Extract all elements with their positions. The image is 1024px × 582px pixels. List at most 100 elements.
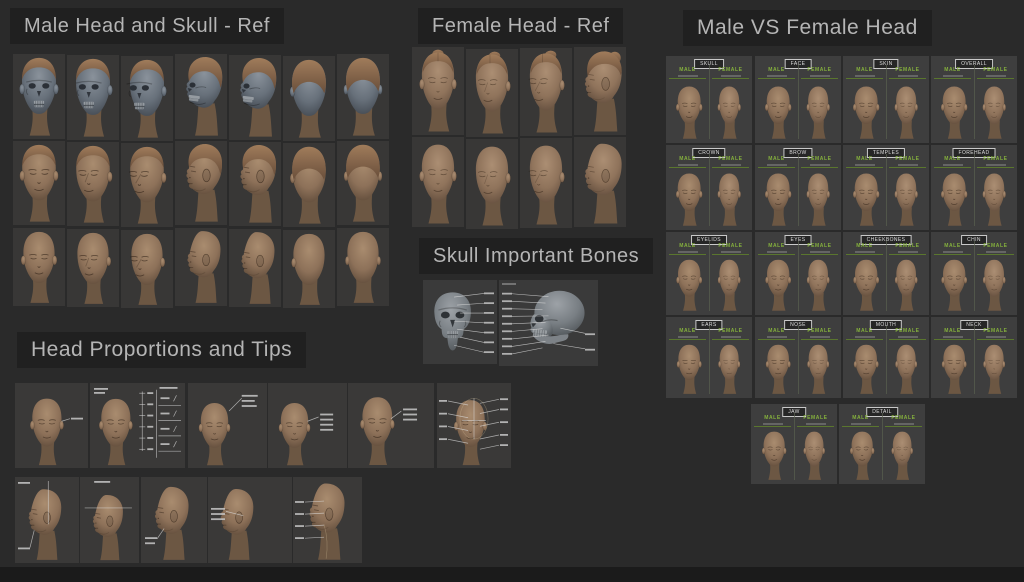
head-image (67, 229, 119, 307)
skull-head-image (13, 54, 65, 139)
female-underline (977, 78, 1015, 79)
female-label: FEMALE (886, 156, 929, 166)
male-underline (669, 78, 707, 79)
male-underline (846, 78, 884, 79)
comparison-panel: FOREHEADMALEFEMALE (931, 145, 1017, 230)
proportions-panel (15, 383, 88, 468)
head-image (337, 228, 389, 306)
male-head-thumb (672, 342, 706, 396)
female-head-thumb (712, 170, 746, 228)
female-head-thumb (889, 342, 923, 396)
male-head-tile (121, 143, 173, 227)
male-underline (934, 78, 972, 79)
comparison-panel: EARSMALEFEMALE (666, 317, 752, 398)
head-image (849, 170, 883, 228)
female-head-tile (412, 47, 464, 135)
head-image (712, 170, 746, 228)
head-proportions-title: Head Proportions and Tips (17, 332, 306, 368)
annotation-overlay (15, 383, 88, 468)
female-sublabel (898, 336, 918, 338)
male-head-thumb (849, 170, 883, 228)
female-sublabel (721, 164, 741, 166)
head-image (67, 142, 119, 226)
male-underline (758, 78, 796, 79)
male-underline (846, 254, 884, 255)
male-sublabel (943, 164, 963, 166)
skull-head-image (283, 56, 335, 141)
male-sublabel (678, 251, 698, 253)
male-label: MALE (666, 243, 709, 253)
head-image (761, 170, 795, 228)
panel-divider (709, 154, 710, 226)
male-underline (846, 167, 884, 168)
head-image (712, 257, 746, 313)
male-label: MALE (755, 156, 798, 166)
female-head-thumb (797, 429, 831, 482)
female-label: FEMALE (798, 156, 841, 166)
proportions-panel (15, 477, 79, 563)
male-head-tile (229, 142, 281, 226)
comparison-panel: JAWMALEFEMALE (751, 404, 837, 484)
female-head-title-text: Female Head - Ref (432, 15, 609, 37)
male-underline (934, 167, 972, 168)
comparison-panel: CHINMALEFEMALE (931, 232, 1017, 315)
skull-bones-title-text: Skull Important Bones (433, 245, 639, 267)
proportions-panel (268, 383, 347, 468)
male-sublabel (943, 336, 963, 338)
female-underline (889, 254, 927, 255)
female-sublabel (898, 251, 918, 253)
comparison-panel: TEMPLESMALEFEMALE (843, 145, 929, 230)
head-image (937, 342, 971, 396)
comparison-panel: SKULLMALEFEMALE (666, 56, 752, 143)
female-label: FEMALE (798, 67, 841, 77)
female-underline (977, 339, 1015, 340)
male-head-tile (337, 141, 389, 225)
female-label: FEMALE (798, 243, 841, 253)
male-underline (934, 254, 972, 255)
annotation-overlay (499, 280, 598, 366)
proportions-panel (208, 477, 292, 563)
head-image (229, 142, 281, 226)
female-sublabel (894, 423, 914, 425)
skull-head-image (67, 55, 119, 140)
head-image (889, 81, 923, 141)
female-sublabel (810, 251, 830, 253)
proportions-panel (348, 383, 434, 468)
female-sublabel (986, 336, 1006, 338)
head-image (849, 81, 883, 141)
female-sublabel (810, 164, 830, 166)
female-head-thumb (889, 81, 923, 141)
head-image (977, 342, 1011, 396)
comparison-panel: MOUTHMALEFEMALE (843, 317, 929, 398)
head-image (801, 257, 835, 313)
male-head-tile (67, 229, 119, 307)
female-label: FEMALE (709, 156, 752, 166)
comparison-panel: NECKMALEFEMALE (931, 317, 1017, 398)
female-sublabel (898, 75, 918, 77)
comparison-panel: CHEEKBONESMALEFEMALE (843, 232, 929, 315)
female-label: FEMALE (709, 328, 752, 338)
female-underline (977, 254, 1015, 255)
head-image (466, 139, 518, 229)
female-underline (801, 78, 839, 79)
female-underline (801, 167, 839, 168)
comparison-panel: BROWMALEFEMALE (755, 145, 841, 230)
male-underline (758, 167, 796, 168)
skull-head-image (121, 56, 173, 141)
head-image (797, 429, 831, 482)
head-image (672, 170, 706, 228)
female-underline (977, 167, 1015, 168)
male-head-tile (337, 228, 389, 306)
female-head-thumb (801, 342, 835, 396)
annotation-overlay (293, 477, 362, 563)
head-image (121, 143, 173, 227)
male-head-tile (13, 228, 65, 306)
reference-board: Male Head and Skull - Ref Female Head - … (0, 0, 1024, 582)
female-head-tile (574, 47, 626, 135)
female-sublabel (986, 251, 1006, 253)
male-head-thumb (849, 257, 883, 313)
male-head-thumb (761, 81, 795, 141)
female-label: FEMALE (794, 415, 837, 425)
female-label: FEMALE (882, 415, 925, 425)
panel-divider (974, 326, 975, 394)
